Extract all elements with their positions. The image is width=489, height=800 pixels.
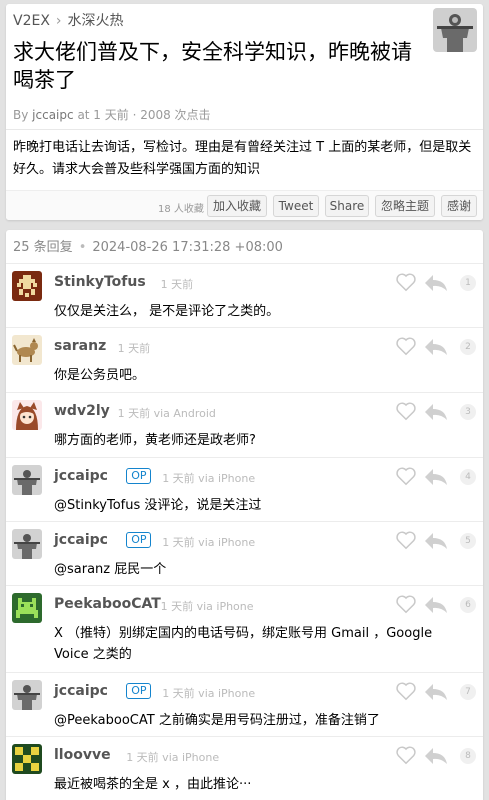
reply-item: wdv2ly 1 天前 via Android 哪方面的老师，黄老师还是政老师? 3 bbox=[6, 392, 483, 457]
share-button[interactable]: Share bbox=[325, 195, 369, 217]
op-badge: OP bbox=[126, 532, 152, 548]
heart-icon[interactable] bbox=[395, 529, 417, 551]
reply-item: jccaipc OP 1 天前 via iPhone @saranz 屁民一个 5 bbox=[6, 521, 483, 585]
anime-girl-icon[interactable] bbox=[12, 400, 42, 430]
pixel-invader-icon[interactable] bbox=[12, 271, 42, 301]
heart-icon[interactable] bbox=[395, 335, 417, 357]
heart-icon[interactable] bbox=[395, 400, 417, 422]
person-icon[interactable] bbox=[12, 529, 42, 559]
reply-username[interactable]: PeekabooCAT bbox=[54, 596, 161, 612]
reply-content: @PeekabooCAT 之前确实是用号码注册过，准备注销了 bbox=[54, 713, 380, 728]
ignore-topic-button[interactable]: 忽略主题 bbox=[375, 195, 435, 217]
reply-arrow-icon[interactable] bbox=[423, 273, 449, 293]
reply-count: 25 条回复 bbox=[13, 240, 73, 255]
reply-arrow-icon[interactable] bbox=[423, 402, 449, 422]
reply-arrow-icon[interactable] bbox=[423, 746, 449, 766]
author-avatar[interactable] bbox=[433, 8, 477, 52]
topic-toolbar: 18 人收藏 加入收藏 Tweet Share 忽略主题 感谢 bbox=[6, 190, 483, 220]
reply-arrow-icon[interactable] bbox=[423, 531, 449, 551]
reply-item: lloovve 1 天前 via iPhone 最近被喝茶的全是 x ，由此推论··… bbox=[6, 736, 483, 800]
reply-time: 1 天前 via iPhone bbox=[162, 536, 256, 549]
reply-username[interactable]: jccaipc bbox=[54, 468, 108, 484]
heart-icon[interactable] bbox=[395, 271, 417, 293]
floor-number: 4 bbox=[460, 469, 476, 485]
reply-item: jccaipc OP 1 天前 via iPhone @StinkyTofus 没评论… bbox=[6, 457, 483, 521]
reply-content: @saranz 屁民一个 bbox=[54, 562, 167, 577]
reply-arrow-icon[interactable] bbox=[423, 337, 449, 357]
reply-arrow-icon[interactable] bbox=[423, 467, 449, 487]
reply-username[interactable]: lloovve bbox=[54, 747, 111, 763]
topic-box: V2EX › 水深火热 求大佬们普及下，安全科学知识，昨晚被请喝茶了 By jcca… bbox=[6, 4, 483, 220]
add-favorite-button[interactable]: 加入收藏 bbox=[207, 195, 267, 217]
reply-content: X （推特）别绑定国内的电话号码，绑定账号用 Gmail ，Google Voi… bbox=[54, 626, 433, 662]
reply-content: @StinkyTofus 没评论，说是关注过 bbox=[54, 498, 262, 513]
reply-username[interactable]: jccaipc bbox=[54, 532, 108, 548]
pixel-cat-icon[interactable] bbox=[12, 593, 42, 623]
reply-content: 你是公务员吧。 bbox=[54, 368, 146, 383]
reply-item: saranz 1 天前你是公务员吧。 2 bbox=[6, 327, 483, 392]
topic-meta-info: at 1 天前 · 2008 次点击 bbox=[77, 108, 211, 122]
reply-item: StinkyTofus 1 天前仅仅是关注么， 是不是评论了之类的。 1 bbox=[6, 263, 483, 327]
reply-time: 1 天前 via iPhone bbox=[162, 472, 256, 485]
favorite-count: 18 人收藏 bbox=[158, 204, 204, 215]
floor-number: 1 bbox=[460, 275, 476, 291]
reply-time: 1 天前 bbox=[117, 342, 151, 355]
reply-item: PeekabooCAT 1 天前 via iPhone X （推特）别绑定国内的电话… bbox=[6, 585, 483, 672]
topic-timestamp: 2024-08-26 17:31:28 +08:00 bbox=[92, 240, 283, 255]
header-separator: • bbox=[78, 240, 87, 255]
reply-arrow-icon[interactable] bbox=[423, 595, 449, 615]
reply-time: 1 天前 via Android bbox=[117, 407, 216, 420]
breadcrumb: V2EX › 水深火热 bbox=[13, 10, 124, 30]
heart-icon[interactable] bbox=[395, 465, 417, 487]
reply-username[interactable]: jccaipc bbox=[54, 683, 108, 699]
reply-item: jccaipc OP 1 天前 via iPhone @PeekabooCAT 之前确… bbox=[6, 672, 483, 736]
tweet-button[interactable]: Tweet bbox=[273, 195, 319, 217]
floor-number: 2 bbox=[460, 339, 476, 355]
heart-icon[interactable] bbox=[395, 744, 417, 766]
reply-arrow-icon[interactable] bbox=[423, 682, 449, 702]
breadcrumb-separator: › bbox=[55, 13, 62, 29]
topic-by: By bbox=[13, 108, 29, 122]
reply-time: 1 天前 via iPhone bbox=[160, 600, 254, 613]
divider bbox=[6, 129, 483, 130]
reply-content: 仅仅是关注么， 是不是评论了之类的。 bbox=[54, 304, 280, 319]
reply-time: 1 天前 via iPhone bbox=[126, 751, 220, 764]
replies-header: 25 条回复 • 2024-08-26 17:31:28 +08:00 bbox=[13, 236, 283, 255]
floor-number: 6 bbox=[460, 597, 476, 613]
reply-username[interactable]: StinkyTofus bbox=[54, 274, 146, 290]
heart-icon[interactable] bbox=[395, 680, 417, 702]
topic-title: 求大佬们普及下，安全科学知识，昨晚被请喝茶了 bbox=[13, 40, 412, 92]
thank-button[interactable]: 感谢 bbox=[441, 195, 477, 217]
pixel-pattern-icon[interactable] bbox=[12, 744, 42, 774]
op-badge: OP bbox=[126, 683, 152, 699]
person-icon[interactable] bbox=[12, 680, 42, 710]
topic-content: 昨晚打电话让去询话，写检讨。理由是有曾经关注过 T 上面的某老师，但是取关好久。… bbox=[13, 140, 472, 177]
breadcrumb-node-link[interactable]: 水深火热 bbox=[68, 13, 124, 29]
floor-number: 8 bbox=[460, 748, 476, 764]
reply-time: 1 天前 via iPhone bbox=[162, 687, 256, 700]
breadcrumb-site-link[interactable]: V2EX bbox=[13, 13, 50, 29]
topic-author-link[interactable]: jccaipc bbox=[32, 108, 73, 122]
person-icon[interactable] bbox=[12, 465, 42, 495]
reply-username[interactable]: saranz bbox=[54, 338, 106, 354]
floor-number: 7 bbox=[460, 684, 476, 700]
floor-number: 5 bbox=[460, 533, 476, 549]
reply-content: 最近被喝茶的全是 x ，由此推论··· bbox=[54, 777, 252, 792]
topic-meta: By jccaipc at 1 天前 · 2008 次点击 bbox=[13, 106, 211, 123]
floor-number: 3 bbox=[460, 404, 476, 420]
animal-icon[interactable] bbox=[12, 335, 42, 365]
reply-time: 1 天前 bbox=[160, 278, 194, 291]
replies-box: 25 条回复 • 2024-08-26 17:31:28 +08:00 Stinky… bbox=[6, 230, 483, 800]
op-badge: OP bbox=[126, 468, 152, 484]
reply-content: 哪方面的老师，黄老师还是政老师? bbox=[54, 433, 256, 448]
reply-username[interactable]: wdv2ly bbox=[54, 403, 110, 419]
heart-icon[interactable] bbox=[395, 593, 417, 615]
